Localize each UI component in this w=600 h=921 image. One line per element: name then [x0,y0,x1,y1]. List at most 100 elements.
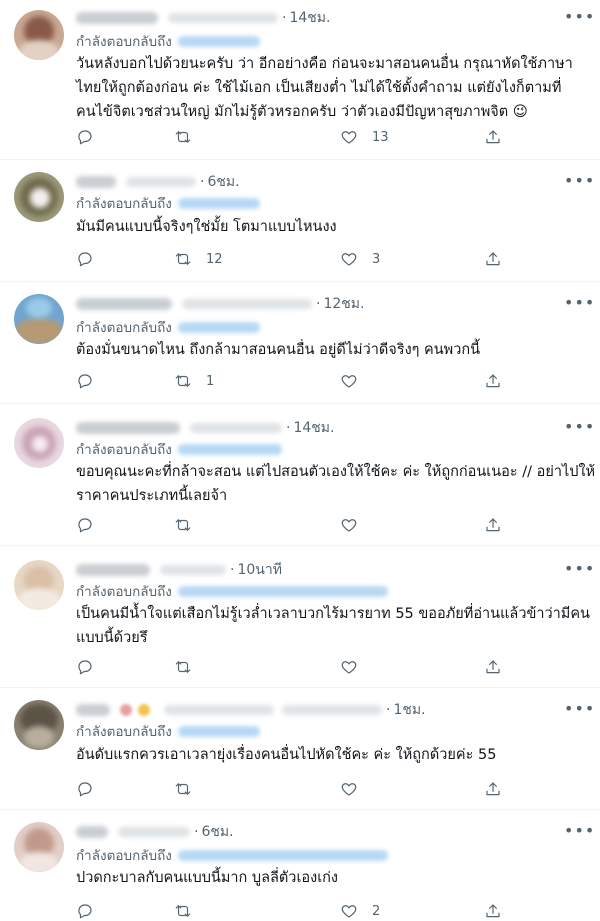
tweet[interactable]: · 6ชม. ••• กำลังตอบกลับถึง ปวดกะบาลกับคน… [0,810,600,921]
tweet[interactable]: · 14ชม. ••• กำลังตอบกลับถึง วันหลังบอกไป… [0,0,600,160]
share-button[interactable] [484,514,502,536]
username[interactable] [282,705,382,715]
share-button[interactable] [484,778,502,800]
reply-handle-link[interactable] [177,585,388,597]
tweet[interactable]: · 6ชม. ••• กำลังตอบกลับถึง มันมีคนแบบนี้… [0,160,600,282]
tweet-actions [76,514,506,536]
avatar[interactable] [14,700,64,750]
heart-icon [341,661,357,674]
username[interactable] [118,827,190,837]
tweet-actions: 13 [76,126,506,148]
more-options-icon[interactable]: ••• [564,701,594,722]
avatar[interactable] [14,418,64,468]
username[interactable] [160,565,226,575]
more-options-icon[interactable]: ••• [564,419,594,440]
retweet-button[interactable] [174,656,206,678]
avatar[interactable] [14,10,64,60]
more-options-icon[interactable]: ••• [564,561,594,582]
username[interactable] [164,705,274,715]
username[interactable] [126,177,196,187]
like-button[interactable]: 3 [340,248,380,270]
tweet-actions: 1 [76,370,506,392]
more-options-icon[interactable]: ••• [564,295,594,316]
reply-button[interactable] [76,370,94,392]
more-options-icon[interactable]: ••• [564,173,594,194]
avatar[interactable] [14,560,64,610]
tweet[interactable]: · 12ชม. ••• กำลังตอบกลับถึง ต้องมั่นขนาด… [0,282,600,404]
heart-icon [341,375,357,388]
timestamp[interactable]: 14ชม. [289,7,330,29]
retweet-button[interactable] [174,514,206,536]
share-button[interactable] [484,248,502,270]
more-options-icon[interactable]: ••• [564,823,594,844]
like-button[interactable] [340,514,372,536]
timestamp[interactable]: 12ชม. [323,293,364,315]
display-name[interactable] [76,704,110,716]
replying-to: กำลังตอบกลับถึง [76,32,260,50]
more-options-icon[interactable]: ••• [564,9,594,30]
tweet-text: ต้องมั่นขนาดไหน ถึงกล้ามาสอนคนอื่น อยู่ด… [76,342,481,358]
timestamp[interactable]: 14ชม. [293,417,334,439]
reply-button[interactable] [76,248,94,270]
retweet-button[interactable] [174,126,206,148]
share-button[interactable] [484,370,502,392]
username[interactable] [190,423,282,433]
share-button[interactable] [484,656,502,678]
retweet-button[interactable] [174,900,206,921]
reply-icon [78,252,92,267]
tweet-text: วันหลังบอกไปด้วยนะครับ ว่า อีกอย่างคือ ก… [76,56,573,120]
display-name[interactable] [76,176,116,188]
reply-button[interactable] [76,900,94,921]
retweet-button[interactable]: 1 [174,370,214,392]
like-button[interactable] [340,778,372,800]
share-button[interactable] [484,126,502,148]
tweet[interactable]: · 1ชม. ••• กำลังตอบกลับถึง อันดับแรกควรเ… [0,688,600,810]
reply-button[interactable] [76,126,94,148]
share-icon [486,518,500,532]
timestamp[interactable]: 6ชม. [201,821,233,843]
display-name[interactable] [76,422,180,434]
like-button[interactable]: 13 [340,126,389,148]
reply-handle-link[interactable] [177,321,260,333]
tweet-text: มันมีคนแบบนี้จริงๆใช่มั้ย โตมาแบบไหนงง [76,219,337,235]
replying-to: กำลังตอบกลับถึง [76,846,388,864]
like-button[interactable]: 2 [340,900,380,921]
avatar[interactable] [14,294,64,344]
display-name[interactable] [76,564,150,576]
reply-handle-link[interactable] [177,443,282,455]
reply-handle-link[interactable] [177,725,260,737]
tweet[interactable]: · 14ชม. ••• กำลังตอบกลับถึง ขอบคุณนะคะที… [0,404,600,546]
tweet[interactable]: · 10นาที ••• กำลังตอบกลับถึง เป็นคนมีน้ำ… [0,546,600,688]
reply-handle-link[interactable] [177,35,260,47]
like-button[interactable] [340,656,372,678]
retweet-icon [175,253,191,265]
username[interactable] [182,299,312,309]
display-name[interactable] [76,12,158,24]
like-button[interactable] [340,370,372,392]
reply-button[interactable] [76,778,94,800]
retweet-icon [175,661,191,673]
display-name[interactable] [76,298,172,310]
share-button[interactable] [484,900,502,921]
timestamp[interactable]: 10นาที [237,559,281,581]
display-name[interactable] [76,826,108,838]
avatar[interactable] [14,822,64,872]
timestamp[interactable]: 6ชม. [207,171,239,193]
retweet-button[interactable]: 12 [174,248,223,270]
retweet-icon [175,375,191,387]
avatar[interactable] [14,172,64,222]
reply-icon [78,782,92,797]
timestamp[interactable]: 1ชม. [393,699,425,721]
share-icon [486,660,500,674]
tweet-header: · 6ชม. [76,822,234,842]
username[interactable] [168,13,278,23]
retweet-button[interactable] [174,778,206,800]
reply-button[interactable] [76,656,94,678]
reply-handle-link[interactable] [177,849,388,861]
replying-to: กำลังตอบกลับถึง [76,318,260,336]
reply-icon [78,130,92,145]
replying-to: กำลังตอบกลับถึง [76,194,260,212]
reply-handle-link[interactable] [177,197,260,209]
reply-button[interactable] [76,514,94,536]
replying-to: กำลังตอบกลับถึง [76,722,260,740]
